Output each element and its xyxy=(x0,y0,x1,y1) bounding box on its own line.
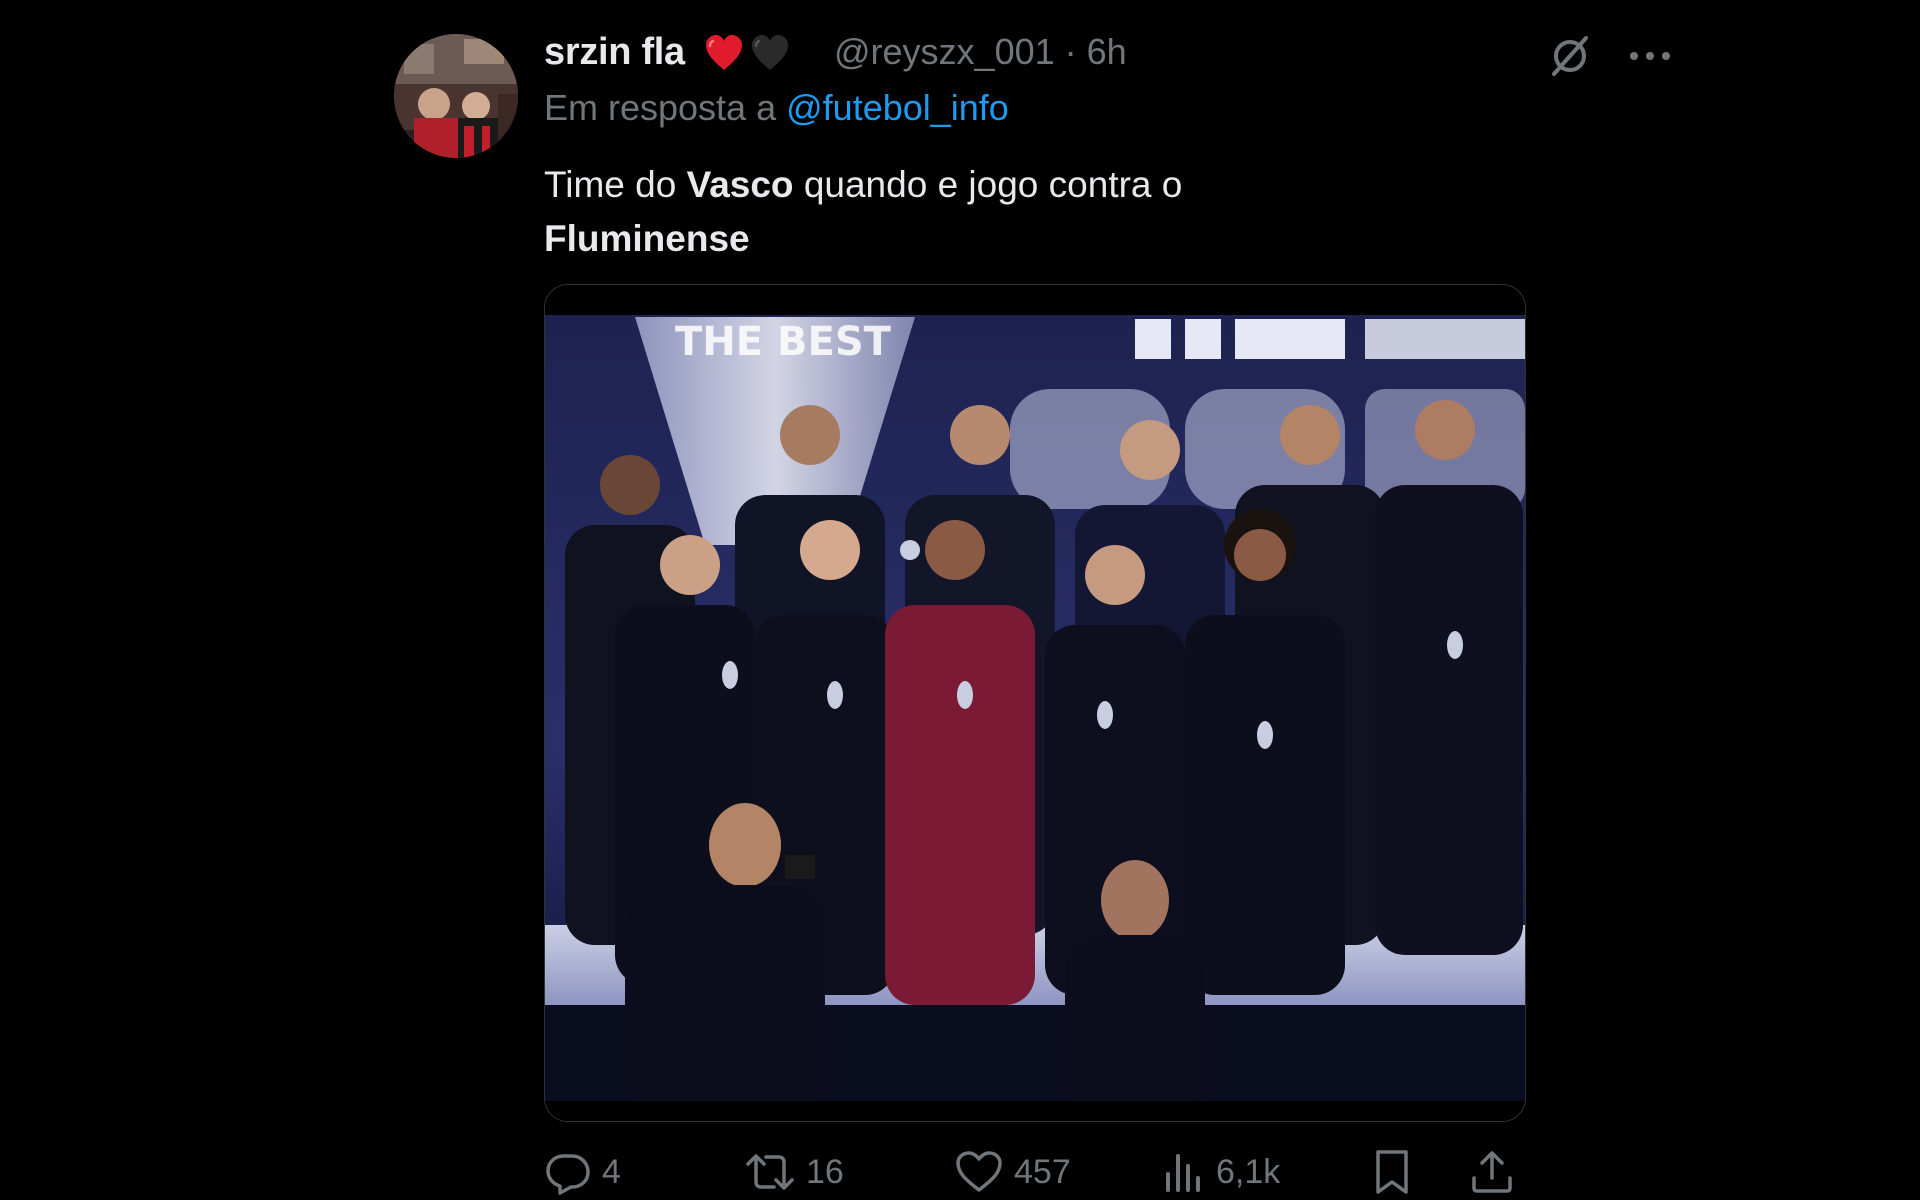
more-icon[interactable] xyxy=(1626,34,1674,78)
tweet-header: srzin fla @reyszx_001 · 6h xyxy=(544,30,1670,76)
share-button[interactable] xyxy=(1468,1144,1516,1200)
views-count: 6,1k xyxy=(1216,1152,1281,1191)
display-name[interactable]: srzin fla xyxy=(544,30,685,74)
page: srzin fla @reyszx_001 · 6h Em resposta a… xyxy=(0,0,1920,1200)
repost-icon xyxy=(744,1148,796,1196)
reply-icon xyxy=(544,1148,592,1196)
bookmark-button[interactable] xyxy=(1370,1144,1414,1200)
media-backdrop-text: THE BEST xyxy=(675,319,892,365)
tweet-text-part: Time do xyxy=(544,164,687,205)
black-heart-icon xyxy=(750,34,790,74)
bookmark-icon xyxy=(1370,1148,1414,1196)
grok-icon[interactable] xyxy=(1548,34,1592,78)
reply-button[interactable]: 4 xyxy=(544,1144,621,1200)
red-heart-icon xyxy=(704,34,744,74)
analytics-icon xyxy=(1162,1148,1206,1196)
reply-to-link[interactable]: @futebol_info xyxy=(786,87,1009,128)
tweet-text-part: quando e jogo contra o xyxy=(793,164,1183,205)
handle-and-time[interactable]: @reyszx_001 · 6h xyxy=(834,30,1127,74)
repost-button[interactable]: 16 xyxy=(744,1144,844,1200)
tweet-photo[interactable]: THE BEST xyxy=(544,284,1526,1122)
tweet-actions: 4 16 457 6,1k xyxy=(544,1144,1524,1200)
tweet-text: Time do Vasco quando e jogo contra o Flu… xyxy=(544,158,1364,266)
heart-icon xyxy=(954,1148,1004,1196)
tweet-text-bold: Fluminense xyxy=(544,218,750,259)
avatar[interactable] xyxy=(394,34,518,158)
share-icon xyxy=(1468,1148,1516,1196)
like-count: 457 xyxy=(1014,1152,1071,1191)
tweet[interactable]: srzin fla @reyszx_001 · 6h Em resposta a… xyxy=(394,30,1670,1195)
tweet-text-bold: Vasco xyxy=(686,164,794,205)
reply-count: 4 xyxy=(602,1152,621,1191)
views-button[interactable]: 6,1k xyxy=(1162,1144,1280,1200)
repost-count: 16 xyxy=(806,1152,844,1191)
reply-prefix: Em resposta a xyxy=(544,87,777,128)
reply-context: Em resposta a @futebol_info xyxy=(544,86,1009,130)
like-button[interactable]: 457 xyxy=(954,1144,1071,1200)
